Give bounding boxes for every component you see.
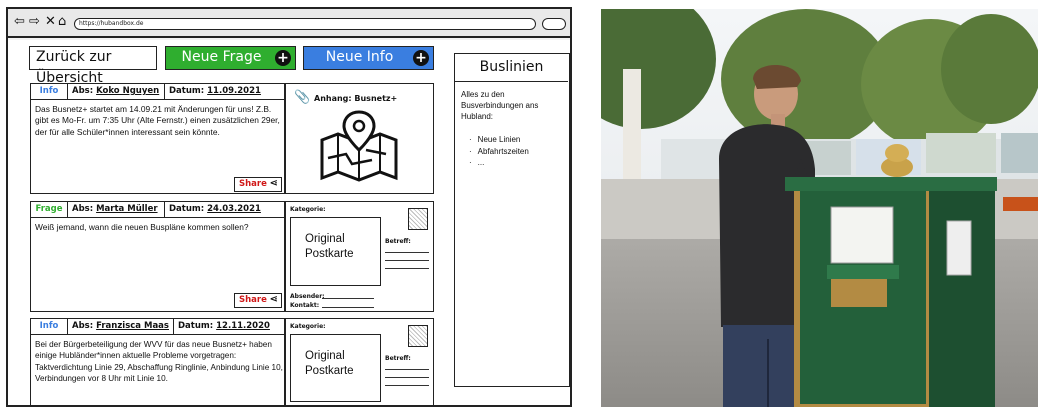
betreff-line xyxy=(385,252,429,253)
date-value: 12.11.2020 xyxy=(216,321,270,331)
postcard-title: Original Postkarte xyxy=(290,334,381,402)
photo-man-at-mailbox xyxy=(601,9,1038,407)
sender-label: Abs: xyxy=(72,86,94,96)
date-value: 24.03.2021 xyxy=(207,204,261,214)
back-arrow-icon[interactable]: ⇦ xyxy=(14,15,25,29)
photo-illustration xyxy=(601,9,1038,407)
betreff-line xyxy=(385,385,429,386)
sidebar-item-more[interactable]: ... xyxy=(469,157,569,169)
betreff-label: Betreff: xyxy=(385,238,411,245)
attachment-panel[interactable]: 📎 Anhang: Busnetz+ xyxy=(285,83,434,194)
post-text: Weiß jemand, wann die neuen Buspläne kom… xyxy=(35,222,249,232)
kategorie-label: Kategorie: xyxy=(290,323,326,330)
betreff-line xyxy=(385,369,429,370)
date-value: 11.09.2021 xyxy=(207,86,261,96)
post-card: Info Abs: Koko Nguyen Datum: 11.09.2021 … xyxy=(30,83,285,194)
home-icon[interactable]: ⌂ xyxy=(58,15,66,29)
absender-label: Absender: xyxy=(290,293,325,300)
post-date: Datum: 24.03.2021 xyxy=(165,202,284,217)
plus-circle-icon: + xyxy=(275,50,291,66)
betreff-label: Betreff: xyxy=(385,355,411,362)
share-button[interactable]: Share ⋖ xyxy=(234,293,282,308)
close-icon[interactable]: ✕ xyxy=(45,15,56,29)
share-label: Share xyxy=(239,179,267,189)
share-label: Share xyxy=(239,295,267,305)
kontakt-label: Kontakt: xyxy=(290,302,320,309)
post-sender: Abs: Koko Nguyen xyxy=(68,84,165,99)
betreff-line xyxy=(385,268,429,269)
postcard-title: Original Postkarte xyxy=(290,217,381,286)
back-to-overview-button[interactable]: Zurück zur Übersicht xyxy=(29,46,157,86)
post-card: Frage Abs: Marta Müller Datum: 24.03.202… xyxy=(30,201,285,312)
kontakt-line xyxy=(322,307,374,308)
bus-lines-sidebar: Buslinien Alles zu den Busverbindungen a… xyxy=(454,53,570,387)
date-label: Datum: xyxy=(178,321,214,331)
post-header: Info Abs: Koko Nguyen Datum: 11.09.2021 xyxy=(31,84,284,100)
sidebar-title: Buslinien xyxy=(455,54,568,82)
post-text: Das Busnetz+ startet am 14.09.21 mit Änd… xyxy=(35,104,280,137)
sidebar-list: Neue Linien Abfahrtszeiten ... xyxy=(469,134,569,169)
stamp-icon xyxy=(408,208,428,230)
post-type-badge: Info xyxy=(31,319,68,334)
wireframe-window: ⇦ ⇨ ✕ ⌂ https://hubandbox.de Zurück zur … xyxy=(6,7,572,407)
sidebar-item-neue-linien[interactable]: Neue Linien xyxy=(469,134,569,146)
post-sender: Abs: Franzisca Maas xyxy=(68,319,174,334)
sender-label: Abs: xyxy=(72,204,94,214)
post-header: Info Abs: Franzisca Maas Datum: 12.11.20… xyxy=(31,319,284,335)
forward-arrow-icon[interactable]: ⇨ xyxy=(29,15,40,29)
attachment-label: Anhang: Busnetz+ xyxy=(314,94,398,103)
new-question-label: Neue Frage xyxy=(181,49,262,65)
sender-name[interactable]: Franzisca Maas xyxy=(96,321,169,331)
post-sender: Abs: Marta Müller xyxy=(68,202,165,217)
url-field[interactable]: https://hubandbox.de xyxy=(74,18,536,30)
post-date: Datum: 12.11.2020 xyxy=(174,319,284,334)
betreff-line xyxy=(385,260,429,261)
kategorie-label: Kategorie: xyxy=(290,206,326,213)
plus-circle-icon: + xyxy=(413,50,429,66)
sender-name[interactable]: Koko Nguyen xyxy=(96,86,159,96)
sidebar-description: Alles zu den Busverbindungen ans Hubland… xyxy=(461,90,539,121)
postcard-panel[interactable]: Kategorie: Original Postkarte Betreff: A… xyxy=(285,201,434,312)
post-date: Datum: 11.09.2021 xyxy=(165,84,284,99)
absender-line xyxy=(322,298,374,299)
post-type-badge: Frage xyxy=(31,202,68,217)
sender-name[interactable]: Marta Müller xyxy=(96,204,157,214)
date-label: Datum: xyxy=(169,86,205,96)
post-card: Info Abs: Franzisca Maas Datum: 12.11.20… xyxy=(30,318,285,405)
post-text: Bei der Bürgerbeteiligung der WVV für da… xyxy=(35,340,283,384)
stamp-icon xyxy=(408,325,428,347)
post-type-badge: Info xyxy=(31,84,68,99)
share-icon: ⋖ xyxy=(269,178,278,189)
paperclip-icon: 📎 xyxy=(294,90,311,105)
new-info-label: Neue Info xyxy=(325,49,394,65)
share-button[interactable]: Share ⋖ xyxy=(234,177,282,192)
post-header: Frage Abs: Marta Müller Datum: 24.03.202… xyxy=(31,202,284,218)
date-label: Datum: xyxy=(169,204,205,214)
browser-chrome: ⇦ ⇨ ✕ ⌂ https://hubandbox.de xyxy=(8,9,570,38)
new-question-button[interactable]: Neue Frage + xyxy=(165,46,296,70)
postcard-panel[interactable]: Kategorie: Original Postkarte Betreff: xyxy=(285,318,434,405)
share-icon: ⋖ xyxy=(269,294,278,305)
sender-label: Abs: xyxy=(72,321,94,331)
sidebar-item-abfahrtszeiten[interactable]: Abfahrtszeiten xyxy=(469,146,569,158)
map-pin-icon xyxy=(320,110,398,182)
browser-search-box[interactable] xyxy=(542,18,566,30)
new-info-button[interactable]: Neue Info + xyxy=(303,46,434,70)
betreff-line xyxy=(385,377,429,378)
